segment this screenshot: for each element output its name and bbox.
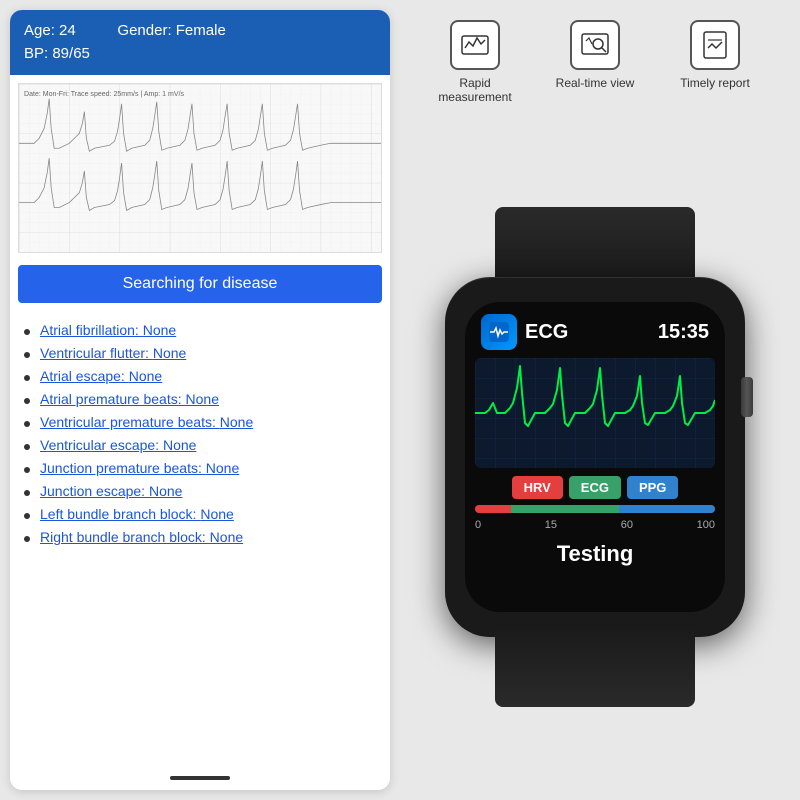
- rapid-label: Rapid measurement: [430, 76, 520, 104]
- disease-list: Atrial fibrillation: None Ventricular flu…: [10, 307, 390, 766]
- patient-info-header: Age: 24 Gender: Female BP: 89/65: [10, 10, 390, 75]
- realtime-label: Real-time view: [556, 76, 635, 90]
- bullet-icon: [24, 490, 30, 496]
- watch-band-bottom: [495, 627, 695, 707]
- watch-time: 15:35: [658, 321, 709, 344]
- list-item: Atrial fibrillation: None: [24, 322, 376, 338]
- bullet-icon: [24, 536, 30, 542]
- disease-text: Atrial premature beats: None: [40, 391, 219, 407]
- metrics-row: HRV ECG PPG: [465, 468, 725, 501]
- phone-screen: Age: 24 Gender: Female BP: 89/65: [10, 10, 390, 790]
- bullet-icon: [24, 375, 30, 381]
- watch-screen: ECG 15:35: [465, 302, 725, 612]
- feature-row: Rapid measurement Real-time view: [405, 10, 785, 124]
- bottom-bar: [170, 776, 230, 780]
- ppg-badge: PPG: [627, 476, 678, 499]
- ecg-waveform-display: [475, 358, 715, 468]
- hrv-badge: HRV: [512, 476, 563, 499]
- disease-text: Junction escape: None: [40, 483, 182, 499]
- right-panel: Rapid measurement Real-time view: [390, 0, 800, 800]
- disease-text: Atrial fibrillation: None: [40, 322, 176, 338]
- ecg-text: ECG: [525, 321, 658, 344]
- list-item: Ventricular flutter: None: [24, 345, 376, 361]
- disease-text: Junction premature beats: None: [40, 460, 239, 476]
- disease-text: Left bundle branch block: None: [40, 506, 234, 522]
- list-item: Ventricular premature beats: None: [24, 414, 376, 430]
- list-item: Left bundle branch block: None: [24, 506, 376, 522]
- list-item: Atrial premature beats: None: [24, 391, 376, 407]
- hrv-segment: [475, 505, 511, 513]
- bullet-icon: [24, 421, 30, 427]
- label-0: 0: [475, 519, 481, 531]
- testing-label: Testing: [465, 533, 725, 571]
- bullet-icon: [24, 513, 30, 519]
- watch-header: ECG 15:35: [465, 302, 725, 358]
- bullet-icon: [24, 329, 30, 335]
- ecg-app-icon: [481, 314, 517, 350]
- progress-labels: 0 15 60 100: [465, 517, 725, 533]
- ecg-badge: ECG: [569, 476, 621, 499]
- label-15: 15: [545, 519, 557, 531]
- ecg-segment: [511, 505, 619, 513]
- watch-crown: [741, 377, 753, 417]
- bp-label: BP: 89/65: [24, 43, 376, 66]
- ecg-chart: Date: Mon-Fri: Trace speed: 25mm/s | Amp…: [18, 83, 382, 253]
- disease-text: Ventricular premature beats: None: [40, 414, 253, 430]
- label-100: 100: [697, 519, 715, 531]
- list-item: Ventricular escape: None: [24, 437, 376, 453]
- bullet-icon: [24, 467, 30, 473]
- bullet-icon: [24, 444, 30, 450]
- rapid-measurement-icon: [450, 20, 500, 70]
- timely-report-icon: [690, 20, 740, 70]
- age-label: Age: 24: [24, 22, 76, 39]
- watch-body: ECG 15:35: [445, 277, 745, 637]
- feature-timely: Timely report: [670, 20, 760, 90]
- realtime-view-icon: [570, 20, 620, 70]
- gender-label: Gender: Female: [117, 22, 225, 39]
- disease-text: Ventricular escape: None: [40, 437, 196, 453]
- bullet-icon: [24, 398, 30, 404]
- ppg-segment: [619, 505, 715, 513]
- list-item: Right bundle branch block: None: [24, 529, 376, 545]
- svg-text:Date: Mon-Fri: Trace speed: 25: Date: Mon-Fri: Trace speed: 25mm/s | Amp…: [24, 91, 185, 98]
- disease-text: Right bundle branch block: None: [40, 529, 243, 545]
- label-60: 60: [621, 519, 633, 531]
- list-item: Atrial escape: None: [24, 368, 376, 384]
- disease-text: Atrial escape: None: [40, 368, 162, 384]
- feature-realtime: Real-time view: [550, 20, 640, 90]
- watch-band-top: [495, 207, 695, 287]
- list-item: Junction premature beats: None: [24, 460, 376, 476]
- progress-bar: [475, 505, 715, 513]
- bullet-icon: [24, 352, 30, 358]
- search-banner: Searching for disease: [18, 265, 382, 303]
- list-item: Junction escape: None: [24, 483, 376, 499]
- timely-label: Timely report: [680, 76, 750, 90]
- feature-rapid: Rapid measurement: [430, 20, 520, 104]
- watch-container: ECG 15:35: [405, 124, 785, 790]
- disease-text: Ventricular flutter: None: [40, 345, 186, 361]
